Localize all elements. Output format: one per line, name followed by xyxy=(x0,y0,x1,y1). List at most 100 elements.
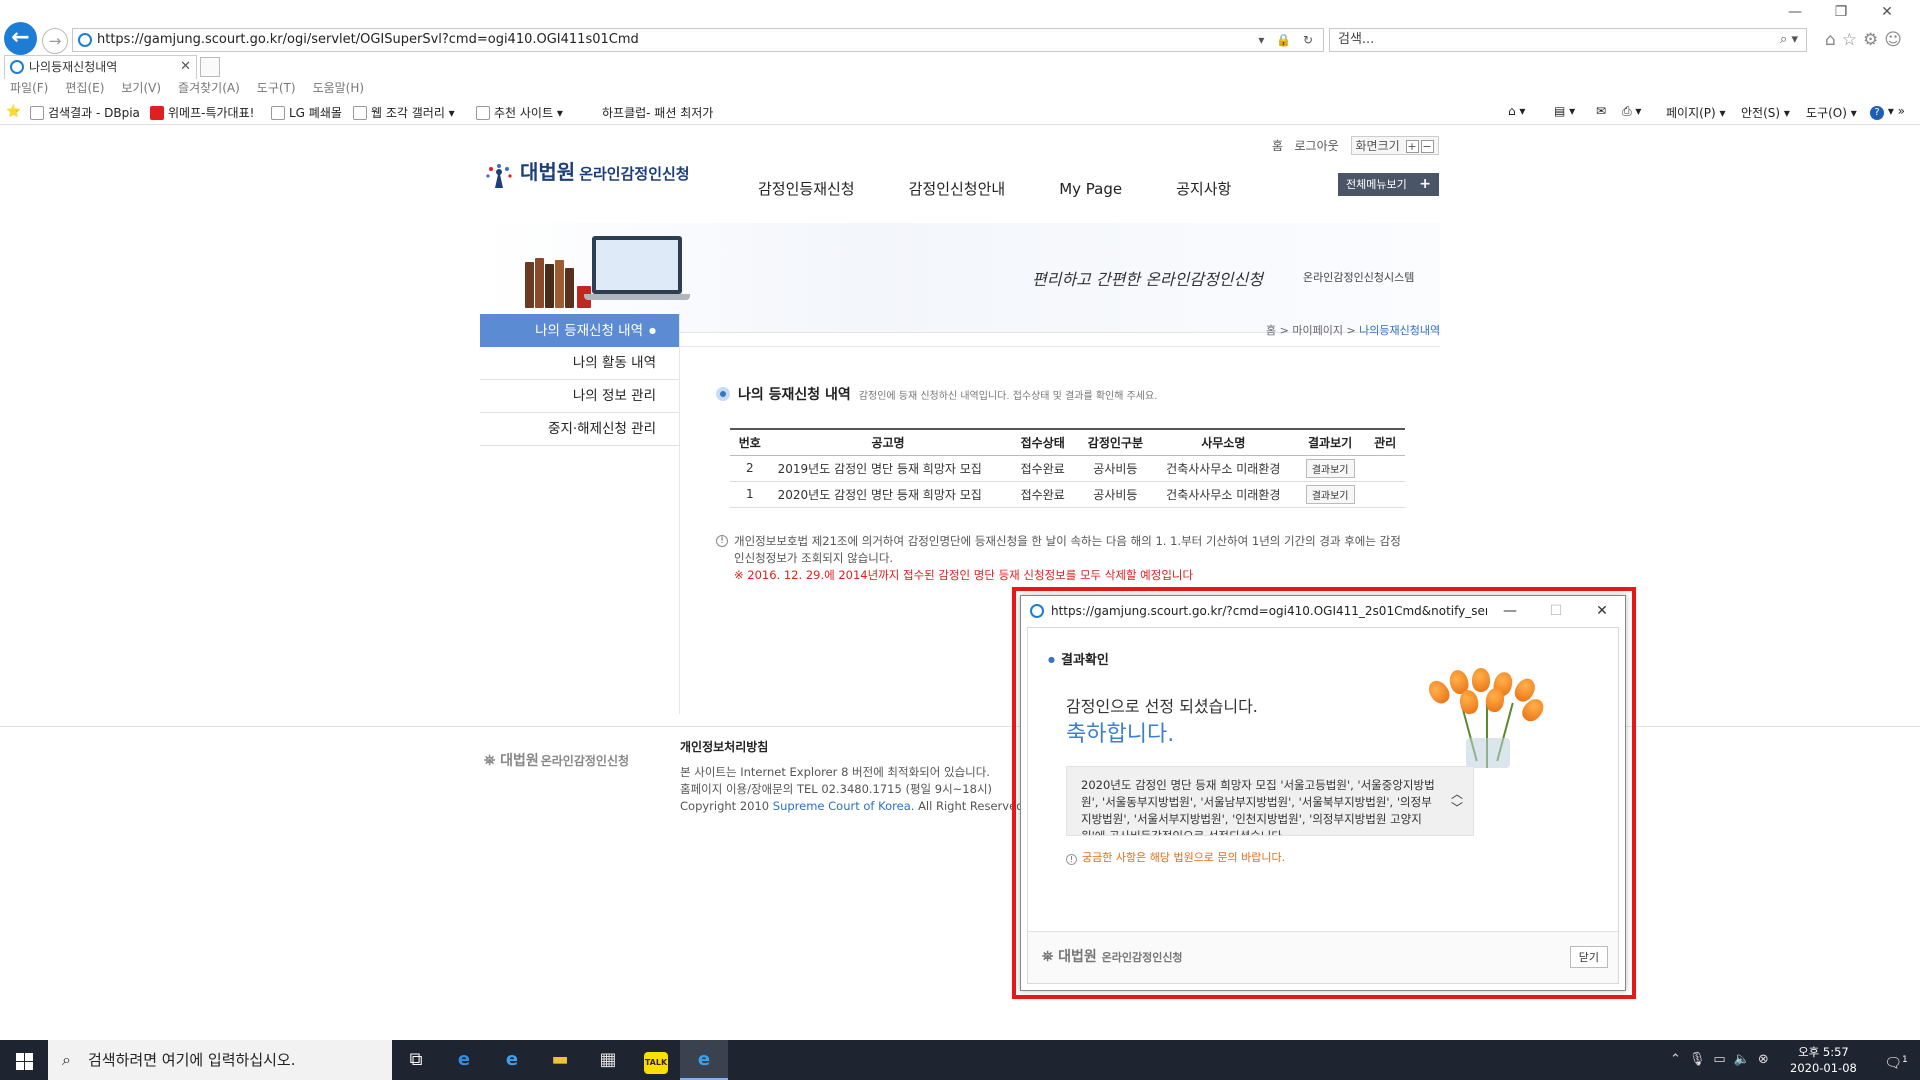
address-bar[interactable]: https://gamjung.scourt.go.kr/ogi/servlet… xyxy=(72,28,1324,52)
file-explorer-icon[interactable]: ▬ xyxy=(536,1040,584,1080)
gnb-notice[interactable]: 공지사항 xyxy=(1176,180,1231,198)
home-icon[interactable]: ⌂ xyxy=(1825,30,1842,50)
menu-edit[interactable]: 편집(E) xyxy=(65,81,104,95)
menu-file[interactable]: 파일(F) xyxy=(10,81,48,95)
forward-button[interactable]: → xyxy=(42,28,68,54)
menu-favorites[interactable]: 즐겨찾기(A) xyxy=(178,81,240,95)
popup-maximize-icon[interactable]: ☐ xyxy=(1533,596,1579,626)
favorites-add-icon[interactable]: ⭐ xyxy=(6,104,21,118)
clock[interactable]: 오후 5:57 2020-01-08 xyxy=(1790,1044,1857,1076)
books-illustration xyxy=(525,256,595,308)
smiley-icon[interactable]: ☺ xyxy=(1884,30,1908,50)
gear-icon[interactable]: ⚙ xyxy=(1863,30,1884,50)
minimize-icon[interactable]: — xyxy=(1772,4,1818,20)
edge-icon[interactable]: e xyxy=(440,1040,488,1080)
popup-minimize-icon[interactable]: — xyxy=(1487,596,1533,626)
page-menu[interactable]: 페이지(P) ▾ xyxy=(1666,104,1726,121)
favorites-star-icon[interactable]: ☆ xyxy=(1842,30,1863,50)
utility-links: 홈 로그아웃 화면크기 + − xyxy=(1272,136,1439,155)
ie-popup-icon xyxy=(1030,604,1044,618)
logout-link[interactable]: 로그아웃 xyxy=(1295,139,1339,153)
kakaotalk-icon[interactable]: TALK xyxy=(632,1040,680,1080)
privacy-policy-link[interactable]: 개인정보처리방침 xyxy=(680,738,768,755)
lnb-my-applications[interactable]: 나의 등재신청 내역 xyxy=(480,314,680,347)
tray-expand-icon[interactable]: ⌃ xyxy=(1670,1052,1689,1067)
selection-message: 감정인으로 선정 되셨습니다. xyxy=(1066,697,1258,716)
lnb-my-activities[interactable]: 나의 활동 내역 xyxy=(480,347,680,380)
calculator-icon[interactable]: ▦ xyxy=(584,1040,632,1080)
result-button[interactable]: 결과보기 xyxy=(1305,484,1355,504)
notification-center-icon[interactable]: 🗨1 xyxy=(1872,1040,1920,1080)
ie-tab-icon xyxy=(10,60,24,74)
lnb-my-info[interactable]: 나의 정보 관리 xyxy=(480,380,680,413)
taskbar-search[interactable]: ⌕ 검색하려면 여기에 입력하십시오. xyxy=(48,1040,392,1080)
fav-suggested-sites[interactable]: 추천 사이트 ▾ xyxy=(476,104,563,121)
gnb-apply[interactable]: 감정인등재신청 xyxy=(758,180,855,198)
tab-bar: 나의등재신청내역 ✕ xyxy=(0,55,1920,79)
gnb-guide[interactable]: 감정인신청안내 xyxy=(909,180,1006,198)
breadcrumb: 홈 > 마이페이지 > 나의등재신청내역 xyxy=(1266,324,1441,337)
home-link[interactable]: 홈 xyxy=(1272,139,1283,153)
back-button[interactable]: ← xyxy=(4,22,37,55)
menu-help[interactable]: 도움말(H) xyxy=(313,81,365,95)
ie-active-icon[interactable]: e xyxy=(680,1040,728,1080)
result-button[interactable]: 결과보기 xyxy=(1305,458,1355,478)
result-popup-window: https://gamjung.scourt.go.kr/?cmd=ogi410… xyxy=(1020,595,1626,991)
address-tools[interactable]: ▾ 🔒 ↻ xyxy=(1258,29,1317,51)
tab-title: 나의등재신청내역 xyxy=(29,60,118,74)
rss-dropdown[interactable]: ▤ ▾ xyxy=(1554,104,1575,118)
close-button[interactable]: 닫기 xyxy=(1569,946,1608,968)
selection-detail-box[interactable]: 2020년도 감정인 명단 등재 희망자 모집 '서울고등법원', '서울중앙지… xyxy=(1066,766,1474,836)
tab-active[interactable]: 나의등재신청내역 ✕ xyxy=(4,55,197,79)
popup-close-icon[interactable]: ✕ xyxy=(1579,596,1625,626)
address-text: https://gamjung.scourt.go.kr/ogi/servlet… xyxy=(97,32,639,47)
mail-icon[interactable]: ✉ xyxy=(1596,104,1606,118)
slogan: 편리하고 간편한 온라인감정인신청 xyxy=(1032,270,1263,289)
gnb-mypage[interactable]: My Page xyxy=(1059,180,1122,198)
restore-icon[interactable]: ❐ xyxy=(1818,4,1864,20)
tab-close-icon[interactable]: ✕ xyxy=(180,56,191,78)
search-placeholder: 검색... xyxy=(1338,32,1375,47)
taskbar-search-placeholder: 검색하려면 여기에 입력하십시오. xyxy=(88,1051,296,1069)
search-input[interactable]: 검색... ⌕ ▾ xyxy=(1329,28,1807,52)
tools-menu[interactable]: 도구(O) ▾ xyxy=(1806,104,1857,121)
zoom-label: 화면크기 xyxy=(1355,139,1400,153)
scroll-arrows[interactable]: ︿ ﹀ xyxy=(1451,787,1463,815)
close-icon[interactable]: ✕ xyxy=(1864,4,1910,20)
site-logo[interactable]: 대법원 온라인감정인신청 xyxy=(482,156,690,192)
contact-info: ! 궁금한 사항은 해당 법원으로 문의 바랍니다. xyxy=(1066,849,1285,865)
home-dropdown[interactable]: ⌂ ▾ xyxy=(1508,104,1525,118)
zoom-in-button[interactable]: + xyxy=(1405,140,1419,153)
zoom-out-button[interactable]: − xyxy=(1420,140,1434,153)
lnb-suspension[interactable]: 중지·해제신청 관리 xyxy=(480,413,680,446)
popup-footer-logo: ⛯ 대법원 온라인감정인신청 xyxy=(1042,949,1183,965)
fav-lg[interactable]: LG 폐쇄몰 xyxy=(271,104,342,121)
side-menu: 나의 등재신청 내역 나의 활동 내역 나의 정보 관리 중지·해제신청 관리 xyxy=(480,314,680,446)
fav-dbpia[interactable]: 검색결과 - DBpia xyxy=(30,104,140,121)
crumb-home[interactable]: 홈 xyxy=(1266,324,1276,337)
fav-web-slice-gallery[interactable]: 웹 조각 갤러리 ▾ xyxy=(353,104,455,121)
print-dropdown[interactable]: ⎙ ▾ xyxy=(1622,104,1641,119)
table-header: 번호 공고명 접수상태 감정인구분 사무소명 결과보기 관리 xyxy=(730,428,1405,456)
menu-tools[interactable]: 도구(T) xyxy=(257,81,296,95)
applications-table: 번호 공고명 접수상태 감정인구분 사무소명 결과보기 관리 2 2019년도 … xyxy=(730,428,1405,508)
fav-wemakeprice[interactable]: 위메프-특가대표! xyxy=(150,104,254,121)
network-icon[interactable]: ▭ xyxy=(1713,1052,1733,1067)
ie-icon[interactable]: e xyxy=(488,1040,536,1080)
task-view-icon[interactable]: ⧉ xyxy=(392,1040,440,1080)
all-menu-button[interactable]: 전체메뉴보기 + xyxy=(1338,173,1439,196)
congrats-message: 축하합니다. xyxy=(1066,722,1175,747)
crumb-mypage[interactable]: 마이페이지 xyxy=(1292,324,1343,337)
microphone-icon[interactable]: 🎙 xyxy=(1689,1052,1714,1067)
ie-page-icon xyxy=(78,33,92,47)
safety-menu[interactable]: 안전(S) ▾ xyxy=(1741,104,1790,121)
volume-icon[interactable]: 🔈 xyxy=(1734,1052,1758,1067)
ime-icon[interactable]: ⊗ xyxy=(1758,1052,1777,1067)
new-tab-button[interactable] xyxy=(200,57,220,77)
popup-url: https://gamjung.scourt.go.kr/?cmd=ogi410… xyxy=(1051,604,1531,618)
start-button[interactable] xyxy=(0,1040,48,1080)
fav-halfclub[interactable]: 하프클럽- 패션 최저가 xyxy=(602,104,713,121)
menu-view[interactable]: 보기(V) xyxy=(121,81,161,95)
help-dropdown[interactable]: ? ▾ » xyxy=(1870,104,1905,120)
search-icon[interactable]: ⌕ ▾ xyxy=(1780,29,1798,51)
